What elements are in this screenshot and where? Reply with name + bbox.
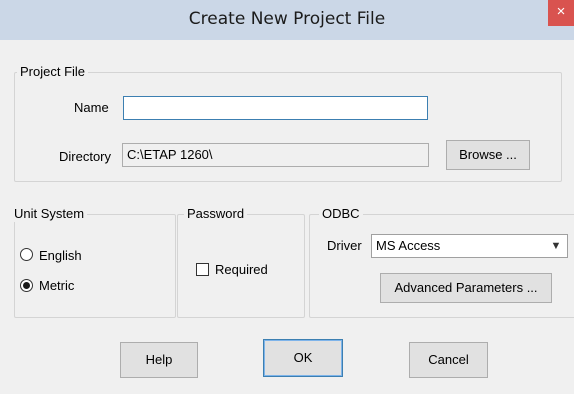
password-group-label: Password [184, 206, 248, 222]
name-label: Name [74, 100, 109, 115]
unit-system-group-label: Unit System [11, 206, 88, 222]
metric-radio-label[interactable]: Metric [39, 278, 74, 294]
driver-select[interactable]: MS Access ▼ [371, 234, 568, 258]
metric-radio[interactable] [20, 279, 33, 292]
english-radio-label[interactable]: English [39, 248, 82, 264]
project-file-group-label: Project File [17, 64, 89, 80]
unit-system-group: Unit System [11, 206, 176, 318]
dialog-title: Create New Project File [188, 9, 386, 29]
create-project-dialog: Create New Project File × Project File N… [0, 0, 574, 394]
browse-button[interactable]: Browse ... [446, 140, 530, 170]
advanced-parameters-button[interactable]: Advanced Parameters ... [380, 273, 552, 303]
driver-label: Driver [327, 238, 362, 253]
help-button[interactable]: Help [120, 342, 198, 378]
chevron-down-icon[interactable]: ▼ [549, 235, 563, 257]
directory-field: C:\ETAP 1260\ [122, 143, 429, 167]
required-checkbox[interactable] [196, 263, 209, 276]
odbc-group-label: ODBC [319, 206, 363, 222]
required-checkbox-label[interactable]: Required [215, 262, 268, 278]
driver-select-value: MS Access [376, 238, 441, 253]
directory-label: Directory [59, 149, 112, 164]
cancel-button[interactable]: Cancel [409, 342, 488, 378]
name-input[interactable] [123, 96, 428, 120]
close-icon: × [556, 3, 566, 20]
english-radio[interactable] [20, 248, 33, 261]
close-button[interactable]: × [548, 0, 574, 26]
title-bar[interactable]: Create New Project File × [0, 0, 574, 40]
radio-selected-dot [23, 282, 30, 289]
ok-button[interactable]: OK [263, 339, 343, 377]
